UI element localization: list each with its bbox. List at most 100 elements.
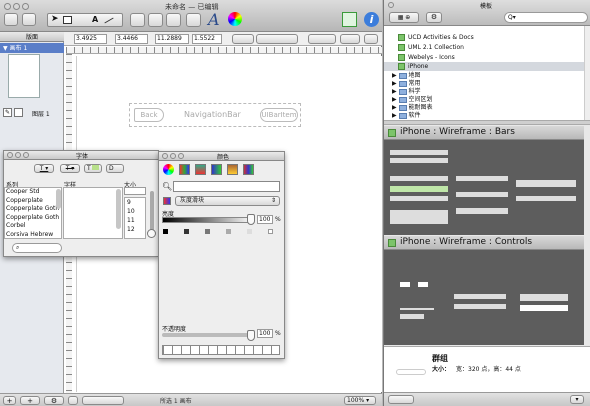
color-swatch-strip[interactable] bbox=[162, 345, 280, 355]
arrange-button[interactable] bbox=[256, 34, 298, 44]
rectangle-tool-icon[interactable] bbox=[63, 16, 72, 24]
layer-name[interactable]: 图层 1 bbox=[32, 109, 50, 118]
stencil-shape[interactable] bbox=[456, 176, 508, 181]
typeface-scrollbar[interactable] bbox=[116, 189, 121, 229]
brightness-slider[interactable] bbox=[162, 217, 254, 223]
selection-tool-icon[interactable]: ➤ bbox=[51, 14, 59, 24]
size-list[interactable]: 9 10 11 12 bbox=[124, 197, 146, 239]
canvas-size-button[interactable] bbox=[68, 396, 78, 405]
size-item[interactable]: 11 bbox=[127, 216, 145, 225]
stencil-shape[interactable] bbox=[454, 294, 506, 299]
stencil-shape[interactable] bbox=[454, 304, 506, 309]
folder-item[interactable]: ▶ 空间区划 bbox=[392, 96, 432, 104]
x-field[interactable]: 3.4925 bbox=[74, 34, 107, 44]
background-color-button[interactable]: D bbox=[106, 164, 124, 173]
view-toggle-button[interactable] bbox=[82, 396, 124, 405]
stencil-shape[interactable] bbox=[390, 176, 448, 181]
gray-swatch-mid[interactable] bbox=[205, 229, 210, 234]
stencil-footer-field[interactable] bbox=[388, 395, 414, 404]
font-minimize-button[interactable] bbox=[15, 152, 21, 158]
shadow-button[interactable] bbox=[166, 13, 181, 27]
stencil-shape[interactable] bbox=[390, 158, 448, 163]
library-item[interactable]: UML 2.1 Collection bbox=[398, 43, 464, 52]
stencil-shape[interactable] bbox=[520, 305, 568, 311]
size-item[interactable]: 9 bbox=[127, 198, 145, 207]
font-family-item[interactable]: Cooper Std bbox=[6, 188, 61, 197]
slider-mode-icon[interactable] bbox=[163, 197, 171, 205]
stencil-shape[interactable] bbox=[516, 196, 576, 201]
width-field[interactable]: 11.2889 bbox=[155, 34, 189, 44]
opacity-slider-knob[interactable] bbox=[247, 330, 255, 341]
layer-edit-icon[interactable]: ✎ bbox=[3, 108, 12, 117]
font-family-item[interactable]: Copperplate bbox=[6, 197, 61, 206]
gray-swatch-black[interactable] bbox=[163, 229, 168, 234]
opacity-field[interactable]: 100 bbox=[257, 329, 273, 338]
colors-close-button[interactable] bbox=[162, 153, 168, 159]
nav-bar-item[interactable]: UIBarItem bbox=[260, 108, 298, 122]
stroke-button[interactable] bbox=[130, 13, 145, 27]
stencils-close-button[interactable] bbox=[388, 2, 394, 8]
add-canvas-button[interactable]: + bbox=[3, 396, 16, 405]
info-icon[interactable]: i bbox=[364, 12, 379, 27]
stencil-shape[interactable] bbox=[390, 186, 448, 192]
text-tool-icon[interactable]: A bbox=[92, 15, 98, 24]
colors-zoom-button[interactable] bbox=[178, 153, 184, 159]
current-color-well[interactable] bbox=[173, 181, 280, 192]
underline-button[interactable]: T ▾ bbox=[34, 164, 54, 173]
splitter[interactable] bbox=[384, 120, 590, 125]
library-item-selected[interactable]: iPhone bbox=[384, 62, 584, 71]
size-slider-knob[interactable] bbox=[147, 229, 156, 238]
crayons-tab-icon[interactable] bbox=[243, 164, 254, 175]
line-end-dropdown[interactable] bbox=[340, 34, 360, 44]
gray-swatch-lighter[interactable] bbox=[247, 229, 252, 234]
folder-item[interactable]: ▶ 科学 bbox=[392, 88, 420, 96]
folder-item[interactable]: ▶ 软件 bbox=[392, 112, 420, 120]
canvas-list-item[interactable]: ▼ 画布 1 bbox=[0, 43, 64, 53]
font-icon[interactable]: A bbox=[208, 10, 220, 29]
font-close-button[interactable] bbox=[7, 152, 13, 158]
action-gear-button[interactable]: ⚙ bbox=[44, 396, 64, 405]
list-view-button[interactable] bbox=[22, 13, 36, 26]
stencil-shape[interactable] bbox=[520, 294, 568, 301]
stencil-shape[interactable] bbox=[390, 150, 448, 155]
folder-item[interactable]: ▶ 能耐图表 bbox=[392, 104, 432, 112]
stencils-icon[interactable] bbox=[342, 12, 357, 27]
navigation-bar[interactable]: Back NavigationBar UIBarItem bbox=[129, 103, 301, 127]
align-button[interactable] bbox=[186, 13, 201, 27]
height-field[interactable]: 1.5522 bbox=[192, 34, 222, 44]
stencil-footer-menu[interactable]: ▾ bbox=[570, 395, 584, 404]
brightness-field[interactable]: 100 bbox=[257, 215, 273, 224]
stencil-shape[interactable] bbox=[400, 308, 434, 310]
stencil-view-buttons[interactable]: ▦ ⊕ bbox=[389, 12, 419, 23]
font-family-item[interactable]: Copperplate Goth bbox=[6, 205, 61, 214]
font-zoom-button[interactable] bbox=[23, 152, 29, 158]
font-family-item[interactable]: Corbel bbox=[6, 222, 61, 231]
y-field[interactable]: 3.4466 bbox=[115, 34, 148, 44]
text-color-button[interactable]: T bbox=[84, 164, 102, 173]
image-palette-tab-icon[interactable] bbox=[227, 164, 238, 175]
nav-back-button[interactable]: Back bbox=[134, 108, 164, 122]
folder-item[interactable]: ▶ 常用 bbox=[392, 80, 420, 88]
size-item[interactable]: 10 bbox=[127, 207, 145, 216]
font-family-item[interactable]: Corsiva Hebrew bbox=[6, 231, 61, 239]
library-item[interactable]: Webelys - Icons bbox=[398, 53, 455, 62]
strikethrough-button[interactable]: T ▾ bbox=[60, 164, 80, 173]
gray-swatch-white[interactable] bbox=[268, 229, 273, 234]
library-item[interactable] bbox=[384, 26, 584, 32]
zoom-dropdown[interactable]: 100% ▾ bbox=[344, 396, 376, 405]
close-button[interactable] bbox=[4, 3, 11, 10]
gray-swatch-light[interactable] bbox=[226, 229, 231, 234]
stencil-shape[interactable] bbox=[418, 282, 428, 287]
color-wheel-icon[interactable] bbox=[228, 12, 242, 26]
slider-mode-dropdown[interactable]: 灰度滑块 ⇕ bbox=[175, 196, 280, 206]
stencil-shape[interactable] bbox=[400, 314, 424, 319]
stencil-library-list[interactable]: UCD Activities & Docs UML 2.1 Collection… bbox=[384, 26, 584, 120]
spectrum-tab-icon[interactable] bbox=[211, 164, 222, 175]
add-layer-button[interactable]: + bbox=[20, 396, 40, 405]
palette-tab-icon[interactable] bbox=[195, 164, 206, 175]
line-style-dropdown[interactable] bbox=[308, 34, 336, 44]
stencil-shape[interactable] bbox=[390, 210, 448, 224]
controls-section-header[interactable]: iPhone : Wireframe : Controls bbox=[384, 236, 584, 250]
family-list[interactable]: Cooper Std Copperplate Copperplate Goth … bbox=[4, 187, 62, 239]
minimize-button[interactable] bbox=[13, 3, 20, 10]
